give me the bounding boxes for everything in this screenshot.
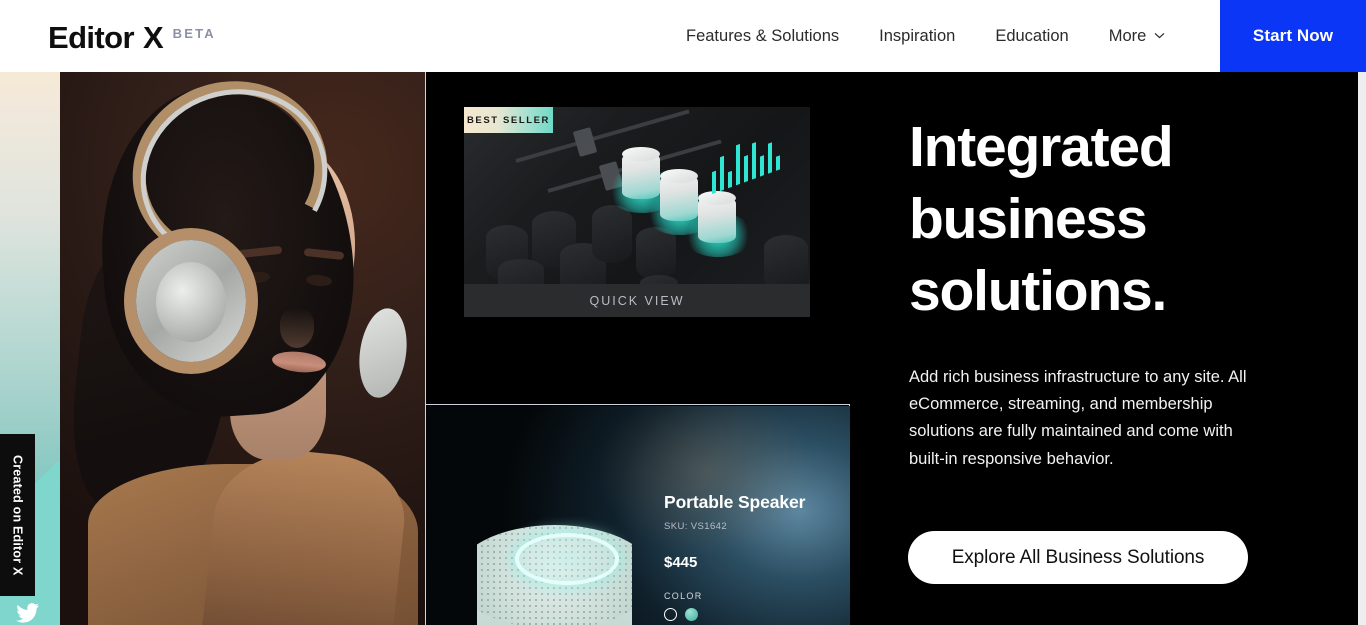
page-root: Editor X BETA Features & Solutions Inspi… bbox=[0, 0, 1366, 625]
logo[interactable]: Editor X BETA bbox=[48, 20, 216, 56]
product-card-speaker[interactable]: Portable Speaker SKU: VS1642 $445 COLOR … bbox=[426, 406, 850, 625]
created-badge-label: Created on Editor X bbox=[10, 454, 25, 576]
quick-view-button[interactable]: QUICK VIEW bbox=[464, 284, 810, 317]
nav-item-features-solutions[interactable]: Features & Solutions bbox=[686, 28, 839, 45]
hero-body-text: Add rich business infrastructure to any … bbox=[909, 368, 1247, 468]
mixer-knob-dark bbox=[592, 205, 632, 263]
nav-label: More bbox=[1108, 26, 1147, 45]
mixer-image: BEST SELLER QUICK VIEW bbox=[464, 107, 810, 317]
mixer-knob-lit-top bbox=[622, 147, 660, 161]
explore-business-solutions-button[interactable]: Explore All Business Solutions bbox=[908, 531, 1248, 584]
speaker-product-info: Portable Speaker SKU: VS1642 $445 COLOR … bbox=[664, 492, 844, 621]
product-card-mixer[interactable]: BEST SELLER QUICK VIEW bbox=[426, 72, 850, 405]
color-option-label: COLOR bbox=[664, 591, 703, 601]
start-now-button[interactable]: Start Now bbox=[1220, 0, 1366, 72]
speaker-image bbox=[477, 517, 632, 625]
portrait-image bbox=[60, 72, 425, 625]
hero-headline: Integrated business solutions. bbox=[909, 115, 1174, 323]
color-swatch-group bbox=[664, 608, 844, 621]
main-nav: Features & Solutions Inspiration Educati… bbox=[686, 0, 1165, 72]
site-header: Editor X BETA Features & Solutions Inspi… bbox=[0, 0, 1366, 72]
product-column: BEST SELLER QUICK VIEW Portable Speaker … bbox=[425, 72, 850, 625]
best-seller-badge: BEST SELLER bbox=[464, 107, 553, 133]
nav-item-more[interactable]: More bbox=[1109, 28, 1166, 45]
page-stage: Created on Editor X BEST SELLER QUICK VI… bbox=[0, 72, 1366, 625]
mixer-knob-lit-top bbox=[660, 169, 698, 183]
product-sku: SKU: VS1642 bbox=[664, 521, 728, 532]
headphone-cup-left-plate bbox=[156, 262, 226, 342]
logo-x-mark: X bbox=[142, 20, 164, 55]
product-price: $445 bbox=[664, 554, 698, 571]
chevron-down-icon bbox=[1154, 30, 1165, 41]
mixer-knob-lit-top bbox=[698, 191, 736, 205]
speaker-glow-ring bbox=[515, 533, 619, 585]
right-edge-strip bbox=[1358, 72, 1366, 625]
nav-item-education[interactable]: Education bbox=[995, 28, 1068, 45]
twitter-icon[interactable] bbox=[16, 602, 40, 624]
logo-beta-label: BETA bbox=[172, 26, 216, 41]
mixer-knob-dark bbox=[764, 235, 808, 291]
nav-label: Education bbox=[995, 26, 1069, 45]
created-on-editor-x-badge[interactable]: Created on Editor X bbox=[0, 434, 35, 596]
color-swatch-white[interactable] bbox=[664, 608, 677, 621]
mixer-knob-dark bbox=[636, 227, 676, 279]
nav-label: Inspiration bbox=[879, 26, 956, 45]
color-swatch-teal[interactable] bbox=[685, 608, 698, 621]
logo-text: Editor bbox=[48, 20, 135, 55]
nav-label: Features & Solutions bbox=[686, 26, 840, 45]
hero-content: Integrated business solutions. Add rich … bbox=[851, 72, 1366, 625]
portrait-nose bbox=[280, 308, 314, 348]
product-title: Portable Speaker bbox=[664, 492, 806, 512]
nav-item-inspiration[interactable]: Inspiration bbox=[879, 28, 955, 45]
